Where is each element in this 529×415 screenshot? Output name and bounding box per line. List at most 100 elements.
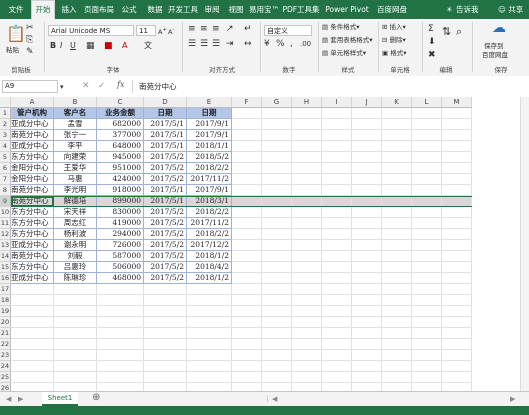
row-header[interactable]: 3 (0, 130, 11, 141)
cell[interactable] (442, 328, 472, 339)
cell[interactable] (352, 174, 382, 185)
cell[interactable] (382, 306, 412, 317)
cell[interactable] (144, 383, 187, 391)
cell[interactable] (292, 251, 322, 262)
cell[interactable] (262, 317, 292, 328)
cell[interactable] (54, 284, 97, 295)
cell[interactable] (54, 317, 97, 328)
cell[interactable] (144, 339, 187, 350)
table-cell[interactable]: 亚成分中心 (11, 240, 54, 251)
cell[interactable] (54, 306, 97, 317)
cell[interactable] (442, 284, 472, 295)
table-cell[interactable]: 899000 (97, 196, 144, 207)
cell[interactable] (292, 273, 322, 284)
column-header[interactable]: J (352, 97, 382, 108)
table-cell[interactable]: 马惠 (54, 174, 97, 185)
cell[interactable] (322, 141, 352, 152)
save-to-baidu-button-line1[interactable]: 保存到 (484, 42, 504, 51)
cell[interactable] (412, 130, 442, 141)
paste-icon[interactable]: 📋 (6, 25, 26, 43)
cell[interactable] (322, 152, 352, 163)
cell-styles-button[interactable]: ▤ 单元格样式▾ (322, 49, 366, 58)
cell[interactable] (382, 130, 412, 141)
table-cell[interactable]: 2018/2/2 (187, 229, 232, 240)
cell[interactable] (187, 339, 232, 350)
copy-icon[interactable]: ⎘ (26, 35, 33, 45)
cell[interactable] (262, 372, 292, 383)
format-cells-button[interactable]: ▣ 格式▾ (382, 49, 406, 58)
table-cell[interactable]: 2017/5/2 (144, 152, 187, 163)
cell[interactable] (412, 207, 442, 218)
cell[interactable] (292, 372, 322, 383)
format-as-table-button[interactable]: ▤ 套用表格格式▾ (322, 36, 372, 45)
cell[interactable] (442, 218, 472, 229)
align-bottom-icon[interactable]: ≡ (212, 24, 220, 34)
row-header[interactable]: 8 (0, 185, 11, 196)
row-header[interactable]: 6 (0, 163, 11, 174)
cell[interactable] (382, 273, 412, 284)
cell[interactable] (352, 163, 382, 174)
row-header[interactable]: 5 (0, 152, 11, 163)
align-top-icon[interactable]: ≡ (188, 24, 196, 34)
cell[interactable] (442, 130, 472, 141)
cell[interactable] (442, 152, 472, 163)
cell[interactable] (187, 383, 232, 391)
cell[interactable] (232, 130, 262, 141)
table-cell[interactable]: 向建荣 (54, 152, 97, 163)
ribbon-tab[interactable]: Power Pivot (324, 0, 370, 19)
row-header[interactable]: 2 (0, 119, 11, 130)
table-cell[interactable]: 东方分中心 (11, 152, 54, 163)
phonetic-icon[interactable]: 文 (144, 41, 152, 51)
lightbulb-icon[interactable]: ☀ (446, 0, 453, 19)
cell[interactable] (292, 185, 322, 196)
column-header[interactable]: B (54, 97, 97, 108)
cell[interactable] (352, 240, 382, 251)
table-header-cell[interactable]: 日期 (187, 108, 232, 119)
cell[interactable] (292, 240, 322, 251)
cell[interactable] (232, 317, 262, 328)
cell[interactable] (442, 251, 472, 262)
cell[interactable] (322, 240, 352, 251)
table-cell[interactable]: 2017/5/2 (144, 262, 187, 273)
table-cell[interactable]: 2017/5/2 (144, 240, 187, 251)
table-cell[interactable]: 2017/11/2 (187, 218, 232, 229)
cell[interactable] (232, 185, 262, 196)
cell[interactable] (262, 339, 292, 350)
cell[interactable] (97, 350, 144, 361)
cell[interactable] (412, 350, 442, 361)
cell[interactable] (232, 295, 262, 306)
table-cell[interactable]: 刘毅 (54, 251, 97, 262)
cell[interactable] (144, 372, 187, 383)
bold-button[interactable]: B (50, 41, 56, 50)
cell[interactable] (292, 174, 322, 185)
column-header[interactable]: G (262, 97, 292, 108)
font-size-select[interactable]: 11 (136, 25, 156, 36)
cell[interactable] (352, 383, 382, 391)
number-format-select[interactable]: 自定义 (264, 25, 312, 36)
table-cell[interactable]: 东方分中心 (11, 229, 54, 240)
cell[interactable] (442, 317, 472, 328)
table-cell[interactable]: 2017/9/1 (187, 119, 232, 130)
cell[interactable] (412, 273, 442, 284)
table-header-cell[interactable]: 业务金额 (97, 108, 144, 119)
cell[interactable] (322, 306, 352, 317)
orientation-icon[interactable]: ↗ (226, 24, 234, 34)
cell[interactable] (262, 185, 292, 196)
cell[interactable] (322, 196, 352, 207)
ribbon-tab[interactable]: 公式 (118, 0, 140, 19)
cell[interactable] (382, 185, 412, 196)
table-cell[interactable]: 解德培 (54, 196, 97, 207)
table-header-cell[interactable]: 日期 (144, 108, 187, 119)
cell[interactable] (292, 383, 322, 391)
cell[interactable] (352, 328, 382, 339)
cell[interactable] (262, 207, 292, 218)
table-cell[interactable]: 2017/5/2 (144, 218, 187, 229)
cell[interactable] (262, 174, 292, 185)
cell[interactable] (382, 196, 412, 207)
table-cell[interactable]: 2017/5/2 (144, 251, 187, 262)
cell[interactable] (412, 262, 442, 273)
cell[interactable] (322, 295, 352, 306)
cell[interactable] (11, 317, 54, 328)
table-cell[interactable]: 金阳分中心 (11, 174, 54, 185)
cell[interactable] (262, 119, 292, 130)
